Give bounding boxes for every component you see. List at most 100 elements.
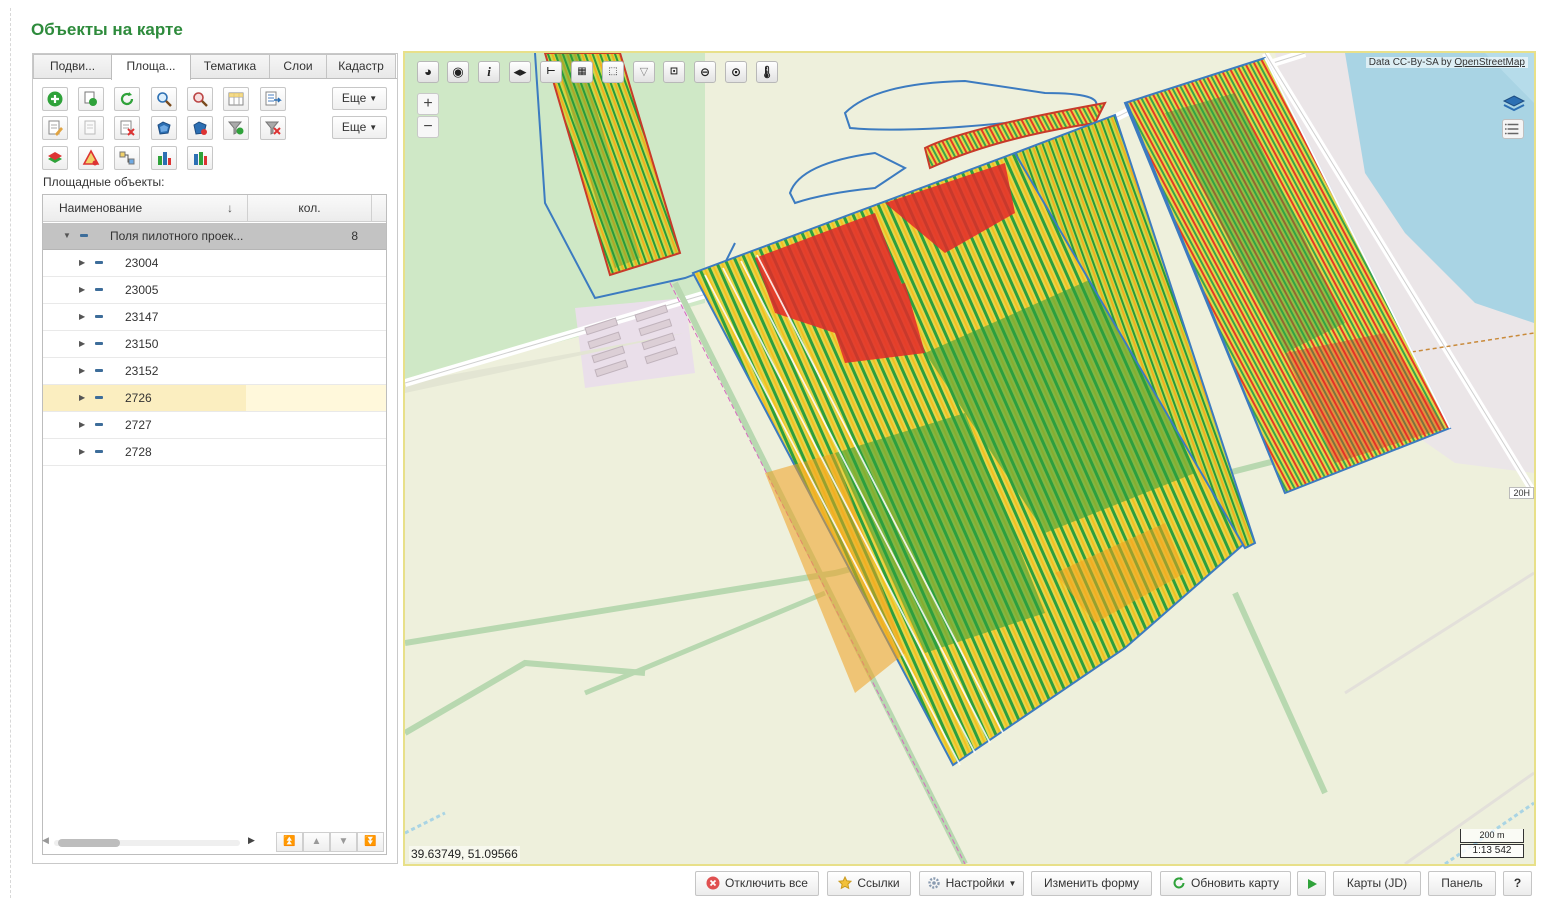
map-select-button[interactable]: ⬚ — [602, 61, 624, 83]
add-button[interactable] — [42, 87, 68, 111]
map-pan-button[interactable]: ◂▸ — [509, 61, 531, 83]
map-info-button[interactable]: i — [478, 61, 500, 83]
map-globe-button[interactable]: ◕ — [417, 61, 439, 83]
horizontal-scrollbar[interactable]: ◀ ▶ — [42, 834, 262, 850]
scroll-thumb[interactable] — [58, 839, 120, 847]
expand-triangle-icon[interactable]: ▶ — [79, 385, 85, 411]
refresh-map-button[interactable]: Обновить карту — [1160, 871, 1291, 896]
table-row[interactable]: ▶ 23152 — [43, 358, 386, 385]
play-button[interactable] — [1297, 871, 1326, 896]
filter-apply-button[interactable] — [223, 116, 249, 140]
tab-thematic[interactable]: Тематика — [190, 54, 270, 78]
copy-button[interactable] — [78, 87, 104, 111]
search-clear-button[interactable] — [187, 87, 213, 111]
table-button[interactable] — [223, 87, 249, 111]
chart-button[interactable] — [151, 146, 177, 170]
column-header-count[interactable]: кол. — [248, 195, 372, 222]
column-name-label: Наименование — [59, 201, 143, 215]
table-row[interactable]: ▶ 2727 — [43, 412, 386, 439]
expand-triangle-icon[interactable]: ▶ — [79, 277, 85, 303]
group-name-cell: ▼ Поля пилотного проек... — [43, 223, 246, 249]
map-canvas[interactable] — [405, 53, 1534, 864]
change-form-button[interactable]: Изменить форму — [1031, 871, 1152, 896]
grid-header: Наименование ↓ кол. — [43, 195, 386, 222]
expand-triangle-icon[interactable]: ▶ — [79, 358, 85, 384]
column-header-name[interactable]: Наименование ↓ — [43, 195, 248, 222]
move-down-button[interactable]: ▼ — [330, 832, 357, 852]
filter-clear-button[interactable] — [260, 116, 286, 140]
maps-jd-button[interactable]: Карты (JD) — [1333, 871, 1421, 896]
map-zoom-out-tool-button[interactable]: ⊖ — [694, 61, 716, 83]
bar-chart-icon — [158, 152, 171, 165]
tab-movable[interactable]: Подви... — [33, 54, 112, 78]
tab-layers[interactable]: Слои — [269, 54, 327, 78]
edit-object-disabled-button[interactable] — [78, 116, 104, 140]
table-row[interactable]: ▶ 23004 — [43, 250, 386, 277]
target-icon: ◉ — [452, 64, 464, 79]
map-filter-button[interactable]: ▽ — [633, 61, 655, 83]
settings-label: Настройки — [945, 876, 1005, 890]
panel-button[interactable]: Панель — [1428, 871, 1496, 896]
table-row-group[interactable]: ▼ Поля пилотного проек... 8 — [43, 223, 386, 250]
chart-alt-button[interactable] — [187, 146, 213, 170]
move-top-icon: ⏫ — [283, 836, 296, 847]
expand-triangle-icon[interactable]: ▶ — [79, 439, 85, 465]
zoom-out-button[interactable]: − — [417, 116, 439, 138]
settings-button[interactable]: Настройки ▼ — [919, 871, 1024, 896]
bar-chart-alt-icon — [194, 152, 207, 165]
cursor-coordinates: 39.63749, 51.09566 — [409, 846, 520, 862]
layers-icon[interactable] — [1502, 93, 1526, 115]
layer-fill-button[interactable] — [42, 146, 68, 170]
warning-shape-button[interactable] — [78, 146, 104, 170]
osm-link[interactable]: OpenStreetMap — [1454, 57, 1525, 68]
scroll-right-icon[interactable]: ▶ — [248, 835, 255, 846]
road-label: 20Н — [1509, 487, 1534, 499]
disable-all-button[interactable]: Отключить все — [695, 871, 819, 896]
map-center-button[interactable]: ◉ — [447, 61, 469, 83]
map-area-measure-button[interactable]: ▦ — [571, 61, 593, 83]
legend-button[interactable] — [1502, 119, 1524, 139]
polygon-button[interactable] — [151, 116, 177, 140]
help-button[interactable]: ? — [1503, 871, 1532, 896]
polygon-edit-button[interactable] — [187, 116, 213, 140]
export-button[interactable] — [260, 87, 286, 111]
move-up-icon: ▲ — [311, 836, 322, 847]
move-bottom-button[interactable]: ⏬ — [357, 832, 384, 852]
more-label-2: Еще — [341, 120, 367, 134]
table-row[interactable]: ▶ 23150 — [43, 331, 386, 358]
map-measure-button[interactable]: ⊢ — [540, 61, 562, 83]
expand-triangle-icon[interactable]: ▶ — [79, 331, 85, 357]
more-button-2[interactable]: Еще ▼ — [332, 116, 387, 139]
expand-triangle-icon[interactable]: ▶ — [79, 304, 85, 330]
edit-object-button[interactable] — [42, 116, 68, 140]
map-zoom-prev-button[interactable]: ⊙ — [725, 61, 747, 83]
group-count: 8 — [351, 229, 358, 243]
map-view[interactable]: Data CC-By-SA by OpenStreetMap ◕ ◉ i ◂▸ … — [403, 51, 1536, 866]
expand-triangle-icon[interactable]: ▶ — [79, 250, 85, 276]
table-row[interactable]: ▶ 2728 — [43, 439, 386, 466]
connect-button[interactable] — [114, 146, 140, 170]
map-thermometer-button[interactable]: 🌡 — [756, 61, 778, 83]
tab-areal[interactable]: Площа... — [111, 54, 191, 80]
table-row[interactable]: ▶ 23005 — [43, 277, 386, 304]
delete-object-button[interactable] — [114, 116, 140, 140]
expand-triangle-icon[interactable]: ▶ — [79, 412, 85, 438]
more-button-1[interactable]: Еще ▼ — [332, 87, 387, 110]
polygon-edit-icon — [193, 121, 207, 135]
scale-ratio: 1:13 542 — [1460, 844, 1524, 858]
add-icon — [47, 91, 63, 107]
collapse-triangle-icon[interactable]: ▼ — [63, 223, 71, 249]
tab-cadastre[interactable]: Кадастр — [326, 54, 396, 78]
scroll-left-icon[interactable]: ◀ — [42, 835, 49, 846]
layer-fill-icon — [48, 152, 62, 163]
move-top-button[interactable]: ⏫ — [276, 832, 303, 852]
table-row-selected[interactable]: ▶ 2726 — [43, 385, 386, 412]
search-button[interactable] — [151, 87, 177, 111]
table-row[interactable]: ▶ 23147 — [43, 304, 386, 331]
page-title: Объекты на карте — [31, 20, 183, 39]
refresh-button[interactable] — [114, 87, 140, 111]
links-button[interactable]: Ссылки — [827, 871, 911, 896]
map-zoom-extent-button[interactable]: ⊡ — [663, 61, 685, 83]
move-up-button[interactable]: ▲ — [303, 832, 330, 852]
zoom-in-button[interactable]: + — [417, 93, 439, 115]
